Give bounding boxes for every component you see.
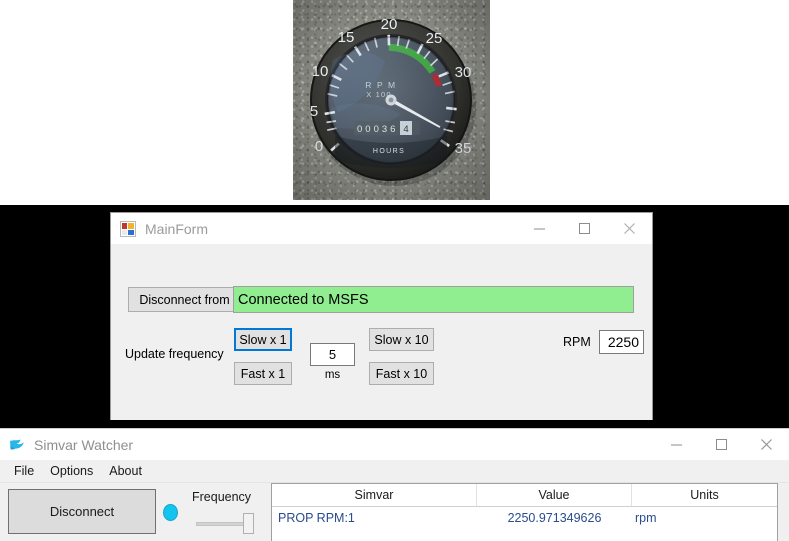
photo-vignette [293,0,490,200]
desktop-background-top: 0 5 10 15 20 25 30 35 R P M X 100 00036 … [0,0,789,205]
interval-units-label: ms [310,369,355,381]
simvar-titlebar[interactable]: Simvar Watcher [0,429,789,460]
menu-item-about[interactable]: About [101,462,150,480]
minimize-button[interactable] [517,213,562,244]
simvar-watcher-window: Simvar Watcher File Options About Discon… [0,428,789,541]
update-frequency-label: Update frequency [125,347,224,361]
bird-app-icon [8,436,26,454]
menu-item-file[interactable]: File [6,462,42,480]
column-header-value[interactable]: Value [477,484,632,506]
minimize-button[interactable] [654,429,699,460]
simvar-window-controls [654,429,789,460]
slider-thumb[interactable] [243,513,254,534]
maximize-button[interactable] [699,429,744,460]
connection-status-box: Connected to MSFS [233,286,634,313]
mainform-window-controls [517,213,652,244]
winforms-app-icon [120,221,136,237]
rpm-value-input[interactable]: 2250 [599,330,644,354]
rpm-label: RPM [563,335,591,349]
close-button[interactable] [607,213,652,244]
disconnect-from-button[interactable]: Disconnect from [128,287,241,312]
simvar-client-area: Disconnect Frequency Simvar Value Units … [0,483,789,541]
table-header-row: Simvar Value Units [272,484,777,507]
fast-x10-button[interactable]: Fast x 10 [369,362,434,385]
slow-x10-button[interactable]: Slow x 10 [369,328,434,351]
table-row[interactable]: PROP RPM:1 2250.971349626 rpm [272,507,777,529]
fast-x1-button[interactable]: Fast x 1 [234,362,292,385]
maximize-button[interactable] [562,213,607,244]
column-header-simvar[interactable]: Simvar [272,484,477,506]
cell-units: rpm [632,507,777,529]
mainform-title: MainForm [145,221,208,237]
simvar-menubar: File Options About [0,460,789,483]
disconnect-button[interactable]: Disconnect [8,489,156,534]
column-header-units[interactable]: Units [632,484,777,506]
simvar-table: Simvar Value Units PROP RPM:1 2250.97134… [271,483,778,541]
frequency-label: Frequency [192,490,251,504]
simvar-title: Simvar Watcher [34,437,133,453]
interval-input[interactable]: 5 [310,343,355,366]
connection-led-indicator [163,504,178,521]
mainform-window: MainForm Disconnect from Connected to MS… [110,212,653,420]
close-button[interactable] [744,429,789,460]
cell-simvar: PROP RPM:1 [272,507,477,529]
table-scroll-area[interactable] [778,483,789,541]
tachometer-photo: 0 5 10 15 20 25 30 35 R P M X 100 00036 … [293,0,490,200]
slow-x1-button[interactable]: Slow x 1 [234,328,292,351]
menu-item-options[interactable]: Options [42,462,101,480]
mainform-client-area: Disconnect from Connected to MSFS Update… [111,244,652,420]
frequency-slider[interactable] [196,513,258,535]
cell-value: 2250.971349626 [477,507,632,529]
mainform-titlebar[interactable]: MainForm [111,213,652,244]
